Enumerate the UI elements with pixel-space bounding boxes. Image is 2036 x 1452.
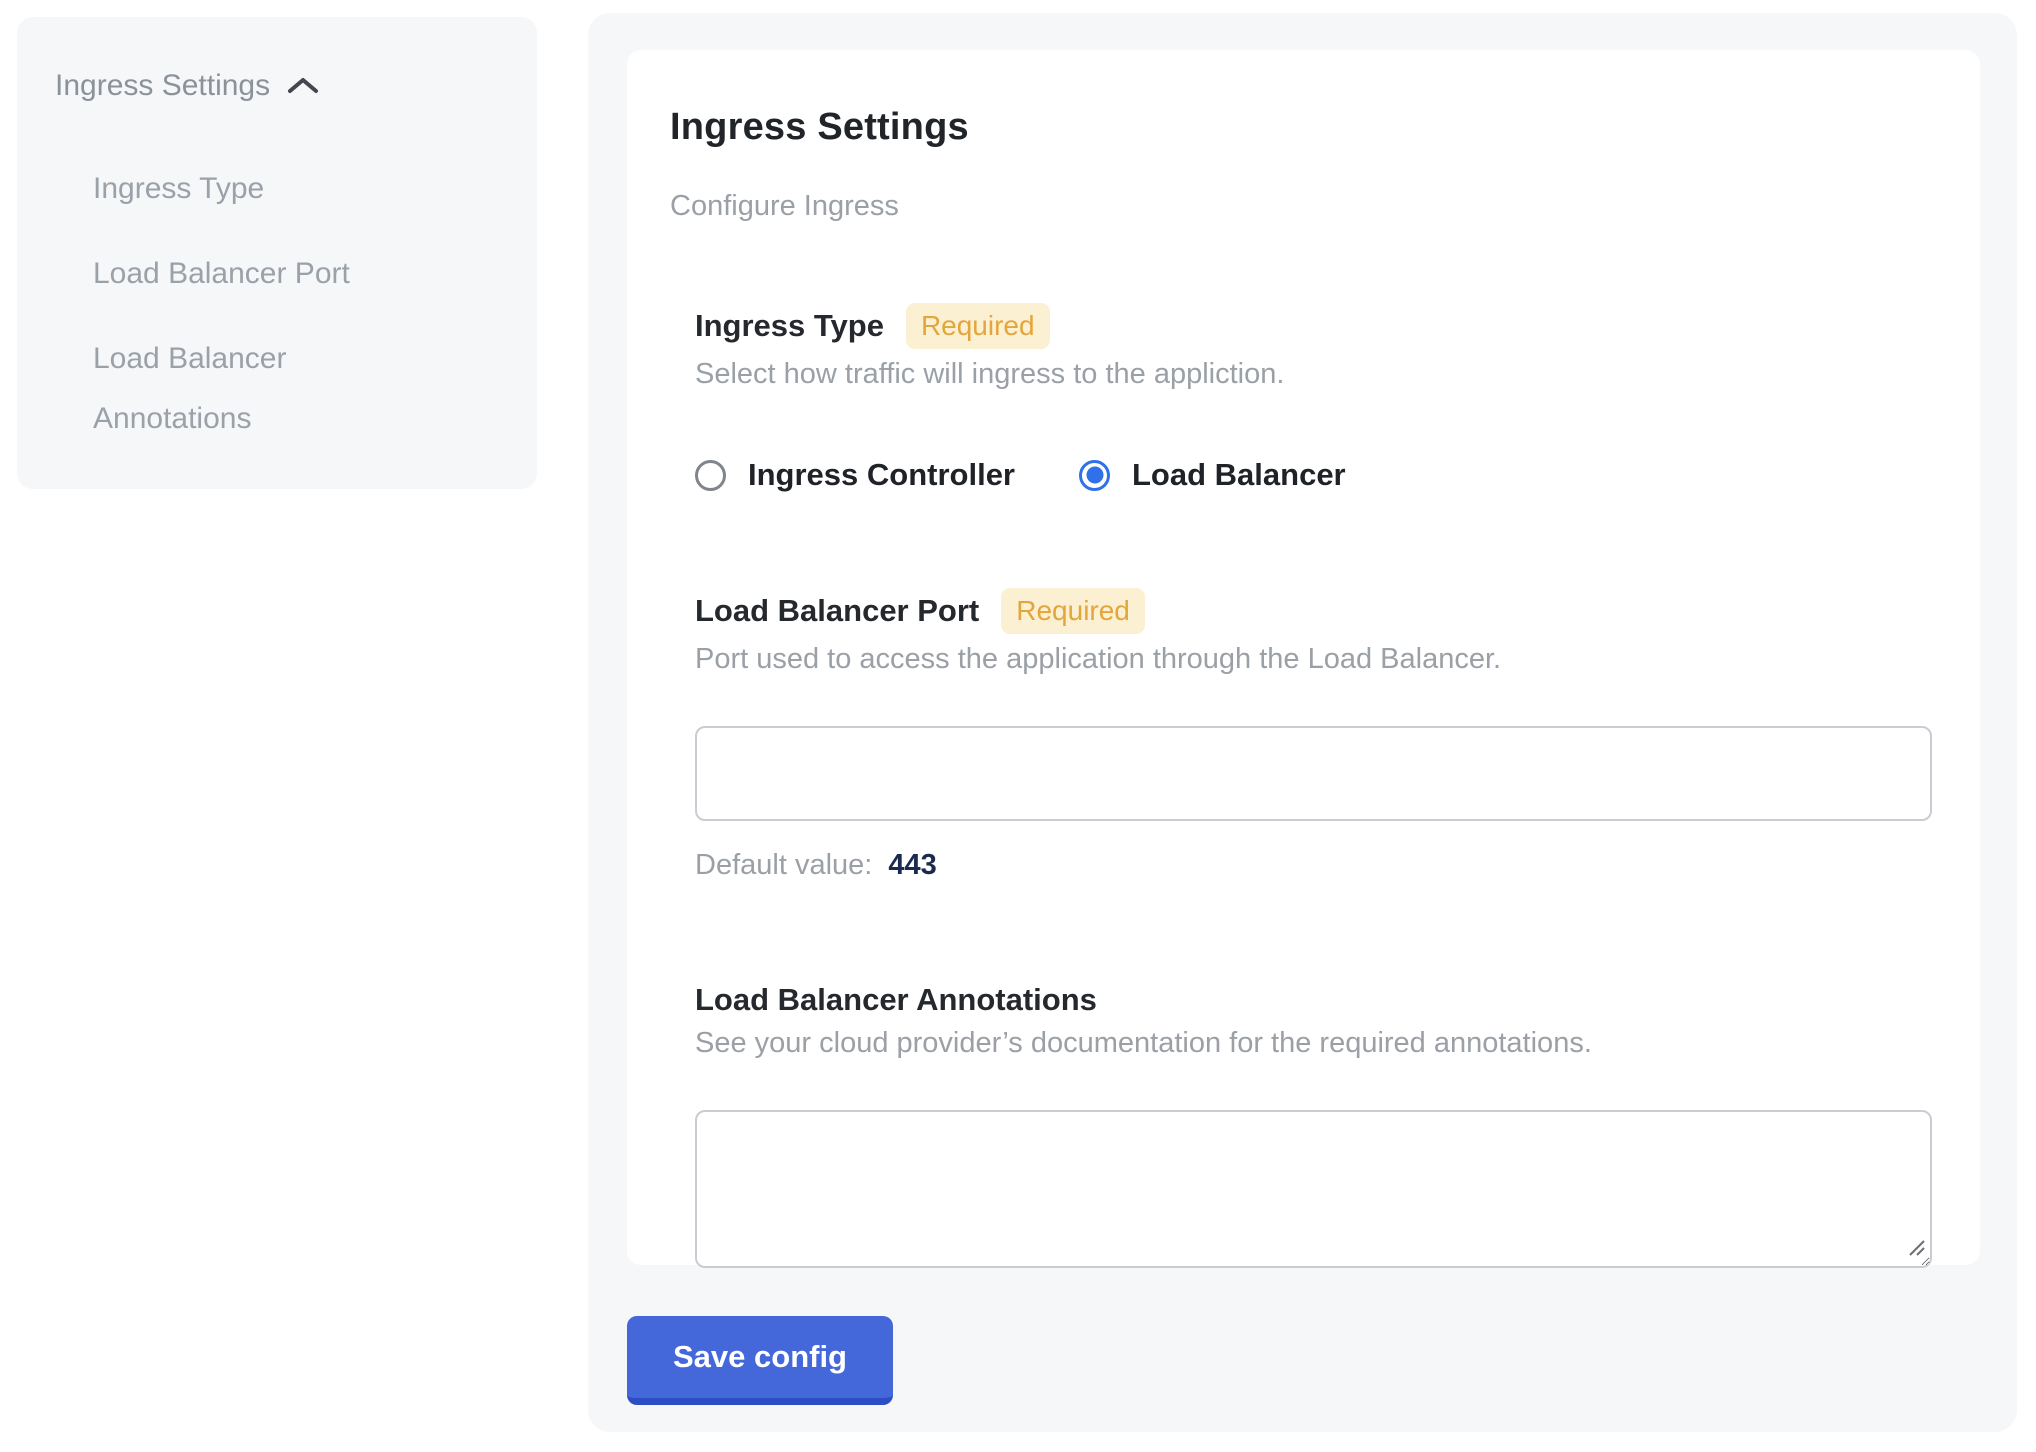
ingress-settings-card: Ingress Settings Configure Ingress Ingre… xyxy=(627,50,1980,1265)
sidebar-section-label: Ingress Settings xyxy=(55,69,270,103)
radio-label-ingress-controller: Ingress Controller xyxy=(748,457,1015,493)
load-balancer-port-input[interactable] xyxy=(695,726,1932,821)
field-ingress-type: Ingress Type Required Select how traffic… xyxy=(695,303,1920,493)
field-ingress-type-description: Select how traffic will ingress to the a… xyxy=(695,358,1920,391)
load-balancer-annotations-textarea[interactable] xyxy=(695,1110,1932,1268)
radio-unselected-icon[interactable] xyxy=(695,460,726,491)
page: Ingress Settings Ingress Type Load Balan… xyxy=(0,0,2036,1452)
sidebar-item-load-balancer-annotations[interactable]: Load Balancer Annotations xyxy=(93,329,423,449)
form-sections: Ingress Type Required Select how traffic… xyxy=(695,303,1920,1268)
field-load-balancer-port: Load Balancer Port Required Port used to… xyxy=(695,588,1920,882)
field-lb-annotations-label: Load Balancer Annotations xyxy=(695,982,1097,1018)
field-lb-annotations-description: See your cloud provider’s documentation … xyxy=(695,1027,1920,1060)
field-load-balancer-annotations: Load Balancer Annotations See your cloud… xyxy=(695,982,1920,1268)
sidebar-item-ingress-type[interactable]: Ingress Type xyxy=(93,159,423,219)
save-config-button[interactable]: Save config xyxy=(627,1316,893,1405)
page-title: Ingress Settings xyxy=(670,106,1920,149)
default-value-number: 443 xyxy=(888,849,936,881)
ingress-type-radio-group: Ingress Controller Load Balancer xyxy=(695,457,1920,493)
radio-option-load-balancer[interactable]: Load Balancer xyxy=(1079,457,1346,493)
settings-sidebar: Ingress Settings Ingress Type Load Balan… xyxy=(17,17,537,489)
ingress-settings-panel: Ingress Settings Configure Ingress Ingre… xyxy=(588,13,2017,1432)
field-lb-port-label: Load Balancer Port xyxy=(695,593,979,629)
field-lb-port-description: Port used to access the application thro… xyxy=(695,643,1920,676)
radio-label-load-balancer: Load Balancer xyxy=(1132,457,1346,493)
required-badge: Required xyxy=(1001,588,1145,634)
radio-option-ingress-controller[interactable]: Ingress Controller xyxy=(695,457,1015,493)
field-lb-annotations-header: Load Balancer Annotations xyxy=(695,982,1920,1018)
default-value-label: Default value: xyxy=(695,849,872,881)
field-lb-port-header: Load Balancer Port Required xyxy=(695,588,1920,634)
radio-selected-icon[interactable] xyxy=(1079,460,1110,491)
sidebar-item-list: Ingress Type Load Balancer Port Load Bal… xyxy=(55,159,507,449)
field-ingress-type-label: Ingress Type xyxy=(695,308,884,344)
chevron-up-icon xyxy=(286,75,320,97)
field-ingress-type-header: Ingress Type Required xyxy=(695,303,1920,349)
default-value-line: Default value: 443 xyxy=(695,849,1920,882)
page-subtitle: Configure Ingress xyxy=(670,190,1920,223)
required-badge: Required xyxy=(906,303,1050,349)
sidebar-section-ingress-settings[interactable]: Ingress Settings xyxy=(55,69,507,103)
sidebar-item-load-balancer-port[interactable]: Load Balancer Port xyxy=(93,244,423,304)
annotations-textarea-wrap xyxy=(695,1110,1932,1268)
